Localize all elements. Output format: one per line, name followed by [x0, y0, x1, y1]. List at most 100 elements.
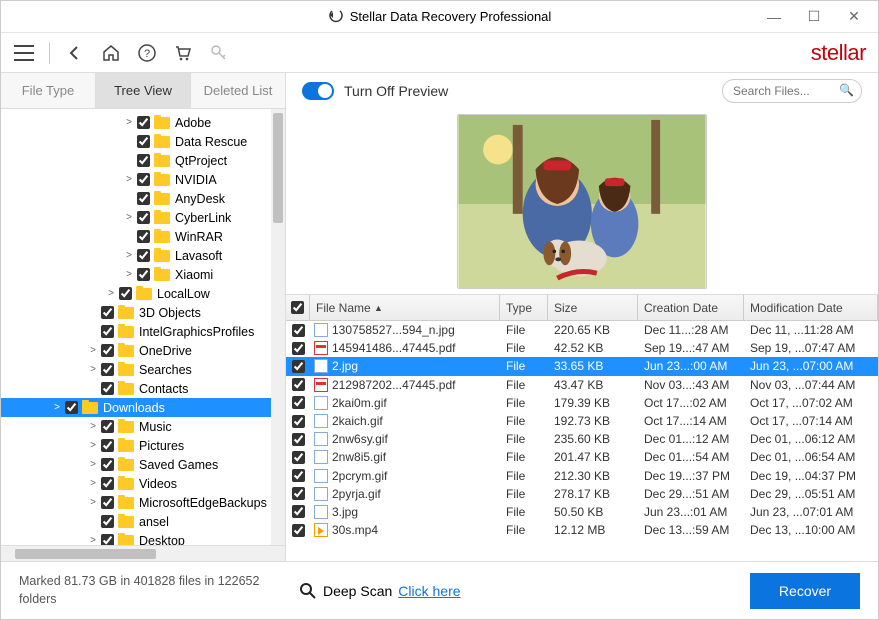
tree-checkbox[interactable] [101, 496, 114, 509]
chevron-right-icon[interactable]: > [87, 421, 99, 432]
chevron-right-icon[interactable]: > [87, 478, 99, 489]
table-row[interactable]: 2.jpgFile33.65 KBJun 23...:00 AMJun 23, … [286, 357, 878, 375]
tree-checkbox[interactable] [101, 420, 114, 433]
table-row[interactable]: 3.jpgFile50.50 KBJun 23...:01 AMJun 23, … [286, 503, 878, 521]
chevron-right-icon[interactable]: > [123, 269, 135, 280]
table-row[interactable]: 30s.mp4File12.12 MBDec 13...:59 AMDec 13… [286, 521, 878, 539]
tree-checkbox[interactable] [137, 249, 150, 262]
help-icon[interactable]: ? [136, 42, 158, 64]
row-checkbox[interactable] [292, 396, 305, 409]
tree-checkbox[interactable] [137, 211, 150, 224]
tree-item[interactable]: >Music [1, 417, 285, 436]
select-all-checkbox[interactable] [291, 301, 304, 314]
tree-item[interactable]: 3D Objects [1, 303, 285, 322]
tree-item[interactable]: >Pictures [1, 436, 285, 455]
tree-item[interactable]: QtProject [1, 151, 285, 170]
tree-checkbox[interactable] [137, 192, 150, 205]
tree-item[interactable]: >Saved Games [1, 455, 285, 474]
tree-checkbox[interactable] [137, 154, 150, 167]
tree-item[interactable]: >CyberLink [1, 208, 285, 227]
row-checkbox[interactable] [292, 342, 305, 355]
tree-checkbox[interactable] [119, 287, 132, 300]
tree-item[interactable]: >Desktop [1, 531, 285, 545]
table-row[interactable]: 2kaich.gifFile192.73 KBOct 17...:14 AMOc… [286, 412, 878, 430]
row-checkbox[interactable] [292, 524, 305, 537]
tree-hscrollbar[interactable] [1, 545, 285, 561]
close-button[interactable]: ✕ [834, 3, 874, 31]
tree-item[interactable]: Contacts [1, 379, 285, 398]
chevron-right-icon[interactable]: > [87, 440, 99, 451]
recover-button[interactable]: Recover [750, 573, 860, 609]
tree-item[interactable]: ansel [1, 512, 285, 531]
search-icon[interactable]: 🔍 [839, 83, 854, 97]
row-checkbox[interactable] [292, 378, 305, 391]
chevron-right-icon[interactable]: > [123, 117, 135, 128]
tree-item[interactable]: >Adobe [1, 113, 285, 132]
tree-checkbox[interactable] [101, 477, 114, 490]
tree-checkbox[interactable] [137, 135, 150, 148]
maximize-button[interactable]: ☐ [794, 3, 834, 31]
row-checkbox[interactable] [292, 415, 305, 428]
tree-checkbox[interactable] [101, 515, 114, 528]
tree-item[interactable]: >Downloads [1, 398, 285, 417]
chevron-right-icon[interactable]: > [87, 497, 99, 508]
tree-item[interactable]: AnyDesk [1, 189, 285, 208]
table-row[interactable]: 2nw8i5.gifFile201.47 KBDec 01...:54 AMDe… [286, 448, 878, 466]
tab-file-type[interactable]: File Type [1, 73, 96, 108]
tree-vscrollbar[interactable] [271, 109, 285, 545]
header-size[interactable]: Size [548, 295, 638, 320]
folder-tree[interactable]: >AdobeData RescueQtProject>NVIDIAAnyDesk… [1, 109, 285, 545]
tree-checkbox[interactable] [101, 363, 114, 376]
chevron-right-icon[interactable]: > [123, 250, 135, 261]
chevron-right-icon[interactable]: > [87, 459, 99, 470]
minimize-button[interactable]: — [754, 3, 794, 31]
tree-item[interactable]: Data Rescue [1, 132, 285, 151]
row-checkbox[interactable] [292, 360, 305, 373]
header-creation-date[interactable]: Creation Date [638, 295, 744, 320]
tree-checkbox[interactable] [137, 116, 150, 129]
table-row[interactable]: 145941486...47445.pdfFile42.52 KBSep 19.… [286, 339, 878, 357]
table-row[interactable]: 2pyrja.gifFile278.17 KBDec 29...:51 AMDe… [286, 485, 878, 503]
back-icon[interactable] [64, 42, 86, 64]
tree-checkbox[interactable] [137, 230, 150, 243]
row-checkbox[interactable] [292, 433, 305, 446]
header-modification-date[interactable]: Modification Date [744, 295, 878, 320]
deep-scan-link[interactable]: Click here [398, 583, 460, 599]
chevron-right-icon[interactable]: > [87, 364, 99, 375]
row-checkbox[interactable] [292, 487, 305, 500]
cart-icon[interactable] [172, 42, 194, 64]
tree-checkbox[interactable] [101, 382, 114, 395]
header-type[interactable]: Type [500, 295, 548, 320]
header-file-name[interactable]: File Name ▲ [310, 295, 500, 320]
tab-tree-view[interactable]: Tree View [96, 73, 191, 108]
tree-checkbox[interactable] [101, 458, 114, 471]
menu-icon[interactable] [13, 42, 35, 64]
table-row[interactable]: 212987202...47445.pdfFile43.47 KBNov 03.… [286, 376, 878, 394]
chevron-right-icon[interactable]: > [87, 345, 99, 356]
tree-checkbox[interactable] [101, 534, 114, 545]
table-row[interactable]: 130758527...594_n.jpgFile220.65 KBDec 11… [286, 321, 878, 339]
tree-item[interactable]: >Videos [1, 474, 285, 493]
tree-checkbox[interactable] [101, 344, 114, 357]
chevron-right-icon[interactable]: > [51, 402, 63, 413]
tree-item[interactable]: >NVIDIA [1, 170, 285, 189]
row-checkbox[interactable] [292, 451, 305, 464]
tree-item[interactable]: >Searches [1, 360, 285, 379]
chevron-right-icon[interactable]: > [123, 212, 135, 223]
table-row[interactable]: 2pcrym.gifFile212.30 KBDec 19...:37 PMDe… [286, 467, 878, 485]
tree-item[interactable]: >Lavasoft [1, 246, 285, 265]
tree-item[interactable]: >OneDrive [1, 341, 285, 360]
tree-item[interactable]: >MicrosoftEdgeBackups [1, 493, 285, 512]
preview-toggle[interactable] [302, 82, 334, 100]
tree-item[interactable]: IntelGraphicsProfiles [1, 322, 285, 341]
tree-checkbox[interactable] [101, 439, 114, 452]
tree-item[interactable]: >Xiaomi [1, 265, 285, 284]
chevron-right-icon[interactable]: > [87, 535, 99, 545]
row-checkbox[interactable] [292, 505, 305, 518]
row-checkbox[interactable] [292, 324, 305, 337]
file-table-body[interactable]: 130758527...594_n.jpgFile220.65 KBDec 11… [286, 321, 878, 561]
tree-checkbox[interactable] [101, 325, 114, 338]
chevron-right-icon[interactable]: > [105, 288, 117, 299]
tree-item[interactable]: WinRAR [1, 227, 285, 246]
chevron-right-icon[interactable]: > [123, 174, 135, 185]
